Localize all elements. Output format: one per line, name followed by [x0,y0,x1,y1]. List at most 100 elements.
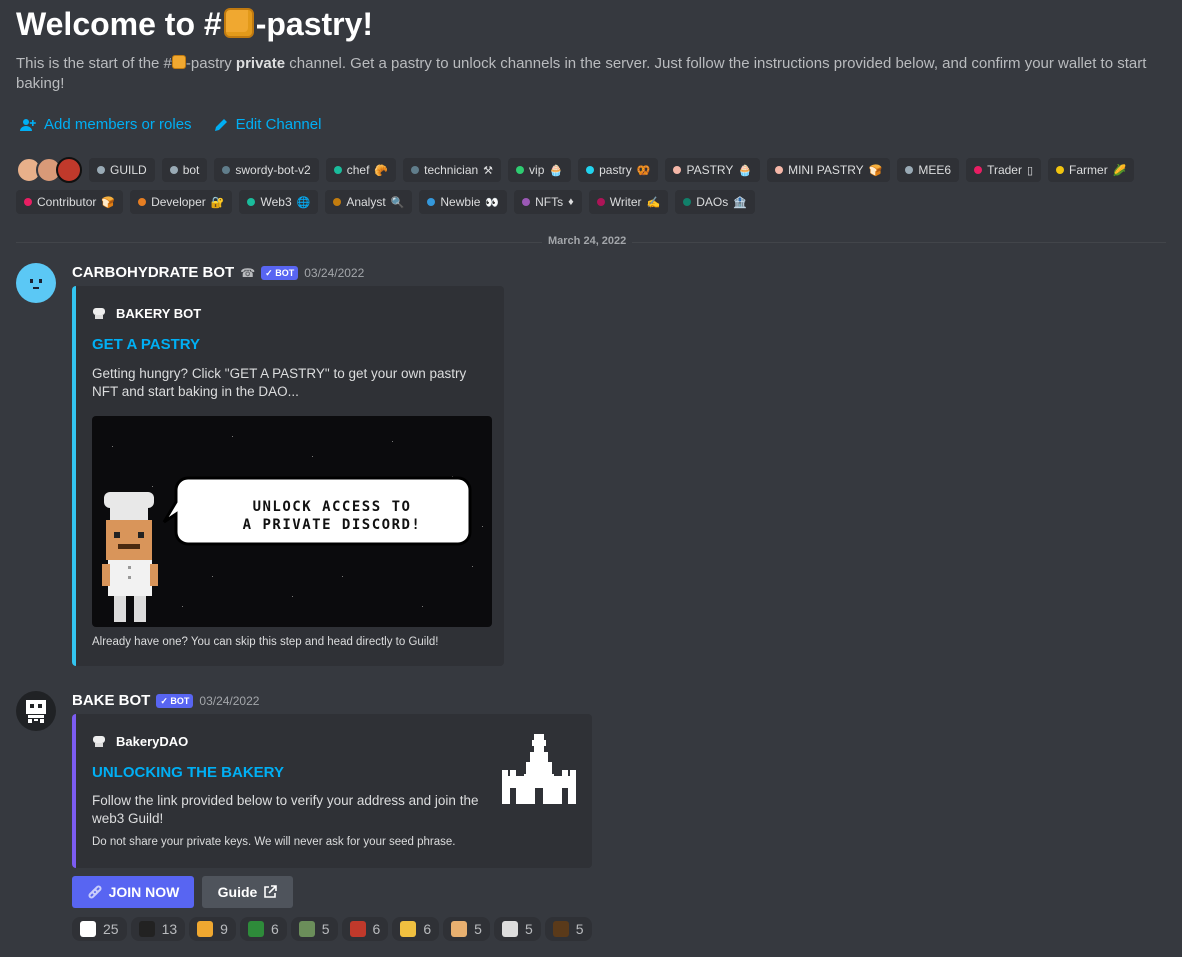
role-chip-web3[interactable]: Web3 🌐 [239,190,319,214]
role-emoji-icon: 🥨 [636,164,651,177]
role-color-dot [974,166,983,174]
reaction[interactable]: 5 [493,917,541,941]
reaction[interactable]: 9 [189,917,236,941]
role-label: DAOs [696,195,729,209]
role-chip-technician[interactable]: technician ⚒ [403,158,502,182]
role-label: NFTs [535,195,564,209]
reaction[interactable]: 6 [392,917,440,941]
role-label: GUILD [110,163,147,177]
reaction-count: 13 [161,921,178,937]
channel-actions: Add members or roles Edit Channel [20,116,321,133]
reaction-emoji-icon [197,921,214,937]
reaction-count: 6 [270,921,279,937]
reaction[interactable]: 6 [341,917,389,941]
reaction-emoji-icon [501,921,518,937]
embed-title[interactable]: GET A PASTRY [92,336,200,353]
timestamp[interactable]: 03/24/2022 [199,694,259,708]
role-chip-developer[interactable]: Developer 🔐 [130,190,233,214]
bot-face-icon [30,279,42,289]
role-color-dot [222,166,231,174]
channel-welcome-title: Welcome to # -pastry! [16,6,373,43]
author-name[interactable]: BAKE BOT [72,692,150,709]
role-color-dot [683,198,692,206]
reaction-emoji-icon [80,921,96,937]
role-chip-contributor[interactable]: Contributor 🍞 [16,190,124,214]
edit-channel-button[interactable]: Edit Channel [214,116,321,133]
reaction[interactable]: 25 [72,917,127,941]
role-emoji-icon: 🌽 [1112,164,1127,177]
role-row: GUILD bot swordy-bot-v2 chef 🥐 technician ⚒ vip… [16,157,1136,183]
role-chip-writer[interactable]: Writer ✍ [588,190,669,214]
guide-button[interactable]: Guide [202,876,293,908]
role-chip-swordy-bot-v2[interactable]: swordy-bot-v2 [214,158,319,182]
role-chip-analyst[interactable]: Analyst 🔍 [325,190,413,214]
embed-author-name[interactable]: BAKERY BOT [116,306,201,321]
role-chip-farmer[interactable]: Farmer 🌽 [1048,158,1135,182]
reaction[interactable]: 5 [290,917,338,941]
role-chip-mini-pastry[interactable]: MINI PASTRY 🍞 [767,158,891,182]
bot-badge: ✓ BOT [156,693,194,708]
add-members-button[interactable]: Add members or roles [20,116,192,133]
member-avatars[interactable] [16,157,82,183]
role-color-dot [333,198,342,206]
reaction-emoji-icon [138,921,155,937]
role-chip-trader[interactable]: Trader ▯ [966,158,1042,182]
reaction-emoji-icon [400,921,417,937]
role-chip-vip[interactable]: vip 🧁 [508,158,572,182]
role-emoji-icon: 🧁 [738,164,753,177]
reaction[interactable]: 6 [239,917,287,941]
role-color-dot [247,198,256,206]
role-label: pastry [599,163,632,177]
role-chip-guild[interactable]: GUILD [89,158,155,182]
role-chip-chef[interactable]: chef 🥐 [325,158,397,182]
reaction-count: 9 [220,921,228,937]
role-chip-pastry[interactable]: PASTRY 🧁 [665,158,761,182]
role-emoji-icon: 🌐 [296,196,311,209]
role-label: swordy-bot-v2 [235,163,311,177]
role-label: PASTRY [686,163,734,177]
join-now-button[interactable]: JOIN NOW [72,876,194,908]
role-color-dot [596,198,605,206]
author-name[interactable]: CARBOHYDRATE BOT [72,264,234,281]
embed-title[interactable]: UNLOCKING THE BAKERY [92,764,284,781]
reaction-count: 6 [372,921,381,937]
role-color-dot [24,198,32,206]
bot-badge: ✓ BOT [261,265,299,280]
reaction[interactable]: 5 [544,917,592,941]
role-emoji-icon: ✍ [646,196,661,209]
channel-intro-text: This is the start of the # -pastry privat… [16,54,1166,94]
reaction-count: 5 [474,921,482,937]
timestamp[interactable]: 03/24/2022 [304,266,364,280]
role-chip-newbie[interactable]: Newbie 👀 [419,190,508,214]
guide-label: Guide [217,884,258,900]
reaction[interactable]: 5 [443,917,490,941]
role-label: Trader [987,163,1022,177]
embed-author-name[interactable]: BakeryDAO [116,734,188,749]
role-label: MINI PASTRY [788,163,864,177]
role-color-dot [673,166,682,174]
role-chip-nfts[interactable]: NFTs ♦ [514,190,582,214]
role-color-dot [522,198,531,206]
role-color-dot [516,166,525,174]
role-chip-bot[interactable]: bot [161,158,208,182]
role-chip-pastry[interactable]: pastry 🥨 [578,158,659,182]
avatar[interactable] [16,691,56,731]
role-color-dot [169,166,178,174]
avatar[interactable] [16,263,56,303]
reaction-count: 5 [524,921,533,937]
role-color-dot [138,198,147,206]
embed-image[interactable]: UNLOCK ACCESS TO A PRIVATE DISCORD! [92,416,492,627]
role-color-dot [775,166,784,174]
role-label: vip [529,163,545,177]
reaction[interactable]: 13 [130,917,186,941]
role-emoji-icon: 🔍 [390,196,405,209]
role-chip-daos[interactable]: DAOs 🏦 [675,190,755,214]
telephone-icon: ☎ [240,265,256,280]
message-header: CARBOHYDRATE BOT ☎ ✓ BOT 03/24/2022 [72,264,364,281]
role-emoji-icon: ▯ [1026,164,1034,177]
reaction-emoji-icon [298,921,315,937]
embed-author: BAKERY BOT [92,306,201,321]
chef-hat-icon [93,735,105,747]
role-chip-mee6[interactable]: MEE6 [897,158,960,182]
embed-footer: Do not share your private keys. We will … [92,836,456,848]
